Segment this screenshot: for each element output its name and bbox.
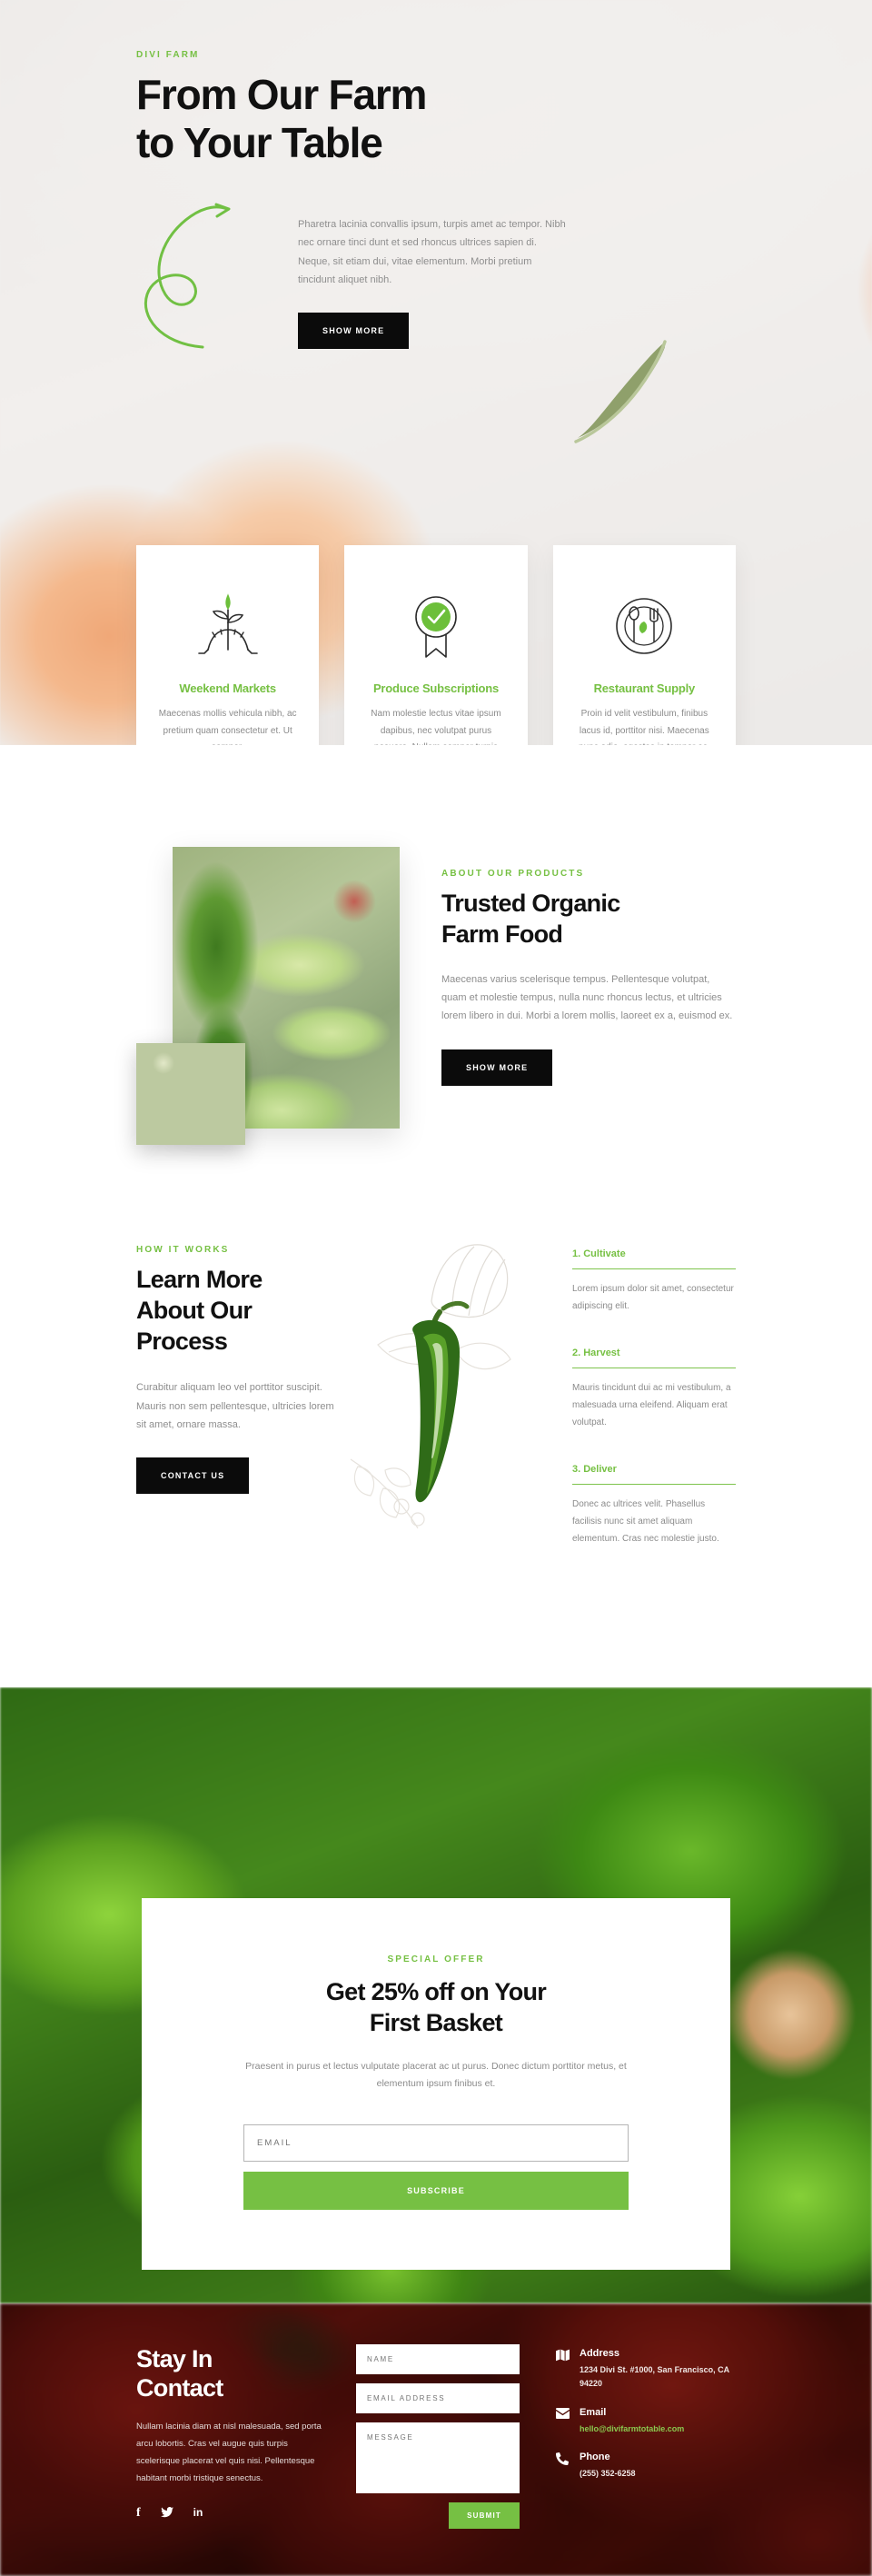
- subscribe-button[interactable]: SUBSCRIBE: [243, 2171, 629, 2210]
- phone-icon: [555, 2452, 580, 2481]
- page-title: From Our Farm to Your Table: [136, 71, 736, 168]
- offer-title-line-2: First Basket: [369, 2009, 503, 2037]
- offer-title-line-1: Get 25% off on Your: [325, 1978, 547, 2005]
- process-section: HOW IT WORKS Learn More About Our Proces…: [0, 1210, 872, 1687]
- about-section: ABOUT OUR PRODUCTS Trusted Organic Farm …: [0, 745, 872, 1210]
- offer-eyebrow: SPECIAL OFFER: [387, 1954, 485, 1964]
- footer-section: Stay In Contact Nullam lacinia diam at n…: [0, 2303, 872, 2576]
- hero-paragraph: Pharetra lacinia convallis ipsum, turpis…: [298, 219, 566, 286]
- feature-card-title: Weekend Markets: [179, 681, 276, 695]
- contact-value: (255) 352-6258: [580, 2468, 636, 2478]
- contact-us-button[interactable]: CONTACT US: [136, 1457, 250, 1495]
- process-step: 2. Harvest Mauris tincidunt dui ac mi ve…: [572, 1348, 736, 1431]
- contact-title: Phone: [580, 2451, 610, 2462]
- feature-card-restaurant-supply[interactable]: Restaurant Supply Proin id velit vestibu…: [552, 545, 736, 745]
- curly-arrow-icon: [144, 203, 231, 349]
- hero-section: DIVI FARM From Our Farm to Your Table Ph…: [0, 0, 872, 745]
- footer-intro: Stay In Contact Nullam lacinia diam at n…: [136, 2344, 327, 2529]
- feature-card-text: Proin id velit vestibulum, finibus lacus…: [579, 709, 710, 745]
- footer-title: Stay In Contact: [136, 2344, 327, 2403]
- email-input[interactable]: [243, 2123, 629, 2162]
- about-paragraph: Maecenas varius scelerisque tempus. Pell…: [441, 973, 733, 1022]
- footer-title-line-2: Contact: [136, 2374, 223, 2402]
- process-step-title: 3. Deliver: [572, 1464, 736, 1485]
- contact-info: Address 1234 Divi St. #1000, San Francis…: [555, 2344, 736, 2529]
- linkedin-icon[interactable]: in: [193, 2507, 203, 2520]
- feature-card-text: Nam molestie lectus vitae ipsum dapibus,…: [371, 709, 501, 745]
- about-show-more-button[interactable]: SHOW MORE: [441, 1049, 553, 1086]
- contact-title: Address: [580, 2348, 620, 2359]
- feature-card-title: Restaurant Supply: [593, 681, 696, 695]
- process-title-line-2: About Our: [136, 1296, 253, 1324]
- hero-eyebrow: DIVI FARM: [136, 50, 200, 60]
- offer-paragraph: Praesent in purus et lectus vulputate pl…: [245, 2061, 627, 2090]
- process-title: Learn More About Our Process: [136, 1265, 345, 1357]
- social-links: f in: [136, 2506, 327, 2520]
- contact-row-phone: Phone (255) 352-6258: [555, 2451, 736, 2481]
- process-content: HOW IT WORKS Learn More About Our Proces…: [136, 1238, 345, 1580]
- process-steps: 1. Cultivate Lorem ipsum dolor sit amet,…: [554, 1238, 736, 1580]
- process-step-text: Lorem ipsum dolor sit amet, consectetur …: [572, 1284, 734, 1311]
- contact-row-address: Address 1234 Divi St. #1000, San Francis…: [556, 2348, 736, 2392]
- twitter-icon[interactable]: [160, 2506, 173, 2520]
- hero-title-line-1: From Our Farm: [136, 71, 427, 118]
- process-title-line-3: Process: [136, 1327, 228, 1355]
- feature-card-title: Produce Subscriptions: [372, 681, 500, 695]
- about-title-line-2: Farm Food: [441, 920, 563, 948]
- process-step-text: Mauris tincidunt dui ac mi vestibulum, a…: [572, 1383, 731, 1427]
- process-step-text: Donec ac ultrices velit. Phasellus facil…: [572, 1499, 719, 1544]
- about-title-line-1: Trusted Organic: [441, 890, 620, 917]
- name-input[interactable]: [356, 2344, 520, 2374]
- submit-button[interactable]: SUBMIT: [449, 2502, 520, 2529]
- process-step-title: 1. Cultivate: [572, 1248, 736, 1269]
- contact-value: 1234 Divi St. #1000, San Francisco, CA 9…: [580, 2365, 729, 2389]
- process-title-line-1: Learn More: [136, 1266, 263, 1293]
- process-step: 1. Cultivate Lorem ipsum dolor sit amet,…: [572, 1248, 736, 1315]
- process-step: 3. Deliver Donec ac ultrices velit. Phas…: [572, 1464, 736, 1547]
- pepper-illustration: [350, 1244, 511, 1529]
- footer-paragraph: Nullam lacinia diam at nisl malesuada, s…: [136, 2421, 322, 2483]
- feature-card-produce-subscriptions[interactable]: Produce Subscriptions Nam molestie lectu…: [344, 545, 528, 745]
- award-badge-icon: [364, 585, 507, 667]
- hero-title-line-2: to Your Table: [136, 119, 383, 167]
- hero-text-column: Pharetra lacinia convallis ipsum, turpis…: [298, 215, 570, 350]
- about-eyebrow: ABOUT OUR PRODUCTS: [441, 869, 585, 879]
- process-illustration: [345, 1238, 554, 1580]
- process-eyebrow: HOW IT WORKS: [136, 1245, 230, 1255]
- contact-title: Email: [580, 2406, 607, 2418]
- special-offer-section: SPECIAL OFFER Get 25% off on Your First …: [0, 1687, 872, 2303]
- hero-content: DIVI FARM From Our Farm to Your Table: [0, 0, 872, 168]
- about-title: Trusted Organic Farm Food: [441, 889, 736, 950]
- process-step-title: 2. Harvest: [572, 1348, 736, 1368]
- about-content: ABOUT OUR PRODUCTS Trusted Organic Farm …: [400, 847, 736, 1129]
- facebook-icon[interactable]: f: [136, 2506, 141, 2520]
- email-address-input[interactable]: [356, 2383, 520, 2413]
- message-textarea[interactable]: [356, 2422, 520, 2493]
- olive-branch-outline-icon: [350, 1458, 425, 1529]
- seedling-icon: [156, 585, 299, 667]
- feature-card-text: Maecenas mollis vehicula nibh, ac pretiu…: [158, 709, 297, 745]
- contact-value[interactable]: hello@divifarmtotable.com: [580, 2422, 684, 2436]
- hero-show-more-button[interactable]: SHOW MORE: [298, 313, 410, 350]
- footer-title-line-1: Stay In: [136, 2345, 213, 2372]
- offer-card: SPECIAL OFFER Get 25% off on Your First …: [142, 1898, 730, 2270]
- map-icon: [556, 2348, 580, 2392]
- about-image-fruit-bucket: [136, 1043, 245, 1145]
- about-images: [136, 847, 400, 1145]
- feature-cards: Weekend Markets Maecenas mollis vehicula…: [0, 545, 872, 745]
- envelope-icon: [556, 2407, 580, 2436]
- process-paragraph: Curabitur aliquam leo vel porttitor susc…: [136, 1382, 334, 1430]
- contact-form: SUBMIT: [356, 2344, 520, 2529]
- contact-row-email: Email hello@divifarmtotable.com: [556, 2407, 736, 2436]
- feature-card-weekend-markets[interactable]: Weekend Markets Maecenas mollis vehicula…: [136, 545, 320, 745]
- plate-cutlery-icon: [573, 585, 716, 667]
- footer-content: Stay In Contact Nullam lacinia diam at n…: [0, 2303, 872, 2529]
- offer-title: Get 25% off on Your First Basket: [243, 1976, 629, 2038]
